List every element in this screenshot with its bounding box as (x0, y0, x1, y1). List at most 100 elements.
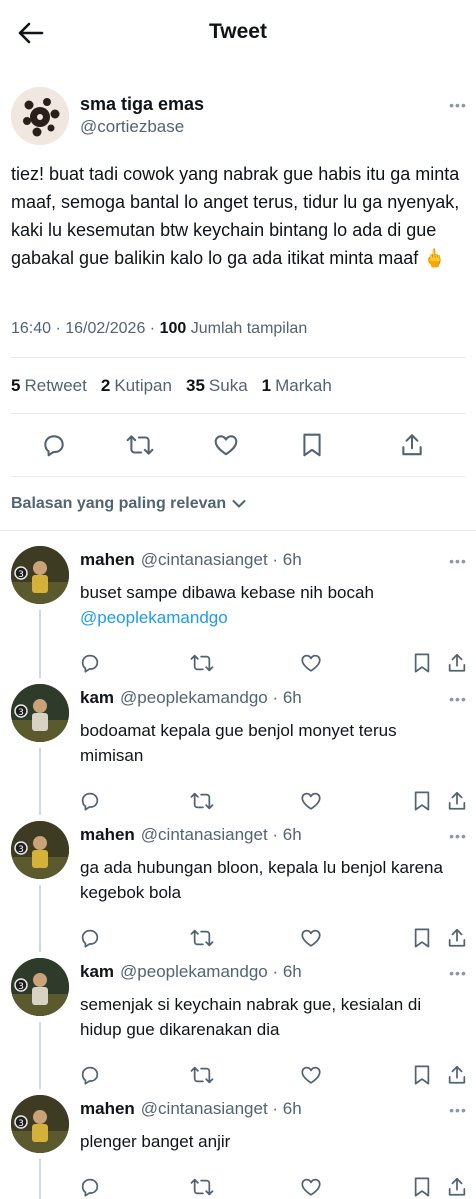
author-name[interactable]: sma tiga emas (80, 94, 204, 115)
avatar-image: 3 (11, 821, 69, 879)
mention-link[interactable]: @peoplekamandgo (80, 608, 228, 627)
stat-bookmarks[interactable]: 1 Markah (262, 376, 332, 396)
author-handle[interactable]: @cortiezbase (80, 117, 184, 137)
avatar[interactable]: 3 (11, 1095, 69, 1153)
reply-header: mahen @cintanasianget · 6h (80, 1099, 302, 1119)
more-horizontal-icon: ••• (449, 553, 467, 569)
sort-label: Balasan yang paling relevan (11, 495, 227, 512)
retweet-button[interactable] (189, 650, 215, 676)
reply-button[interactable] (77, 1062, 103, 1088)
retweet-button[interactable] (189, 925, 215, 951)
stat-likes[interactable]: 35 Suka (186, 376, 248, 396)
stat-retweets[interactable]: 5 Retweet (11, 376, 87, 396)
avatar[interactable]: 3 (11, 684, 69, 742)
reply-text: buset sampe dibawa kebase nih bocah @peo… (80, 580, 460, 630)
reply-author-name[interactable]: mahen (80, 825, 135, 844)
avatar[interactable]: 3 (11, 546, 69, 604)
retweet-button[interactable] (189, 788, 215, 814)
reply-icon (81, 1178, 99, 1197)
reply-icon (44, 435, 64, 457)
share-button[interactable] (392, 425, 432, 465)
reply-button[interactable] (77, 788, 103, 814)
avatar[interactable]: 3 (11, 958, 69, 1016)
reply-button[interactable] (77, 1174, 103, 1199)
share-button[interactable] (444, 1174, 470, 1199)
tweet-time: 16:40 · 16/02/2026 · (11, 320, 160, 337)
bookmark-icon (303, 433, 321, 457)
reply-author-name[interactable]: kam (80, 688, 114, 707)
like-button[interactable] (298, 788, 324, 814)
reply-more-button[interactable]: ••• (446, 691, 470, 707)
heart-icon (214, 435, 238, 456)
logo-icon (11, 87, 69, 145)
svg-text:3: 3 (18, 1119, 24, 1129)
like-button[interactable] (298, 1062, 324, 1088)
reply-more-button[interactable]: ••• (446, 965, 470, 981)
reply-text: semenjak si keychain nabrak gue, kesiala… (80, 992, 460, 1042)
reply-button[interactable] (77, 925, 103, 951)
tweet-text: tiez! buat tadi cowok yang nabrak gue ha… (11, 164, 460, 268)
bookmark-button[interactable] (409, 650, 435, 676)
reply-more-button[interactable]: ••• (446, 553, 470, 569)
reply-button[interactable] (34, 425, 74, 465)
reply-body: plenger banget anjir (80, 1132, 231, 1151)
retweet-button[interactable] (189, 1062, 215, 1088)
share-button[interactable] (444, 788, 470, 814)
bookmark-button[interactable] (409, 1062, 435, 1088)
bookmark-button[interactable] (292, 425, 332, 465)
more-horizontal-icon: ••• (449, 691, 467, 707)
reply-actions (0, 788, 476, 814)
bookmark-button[interactable] (409, 788, 435, 814)
reply-author-handle[interactable]: @peoplekamandgo · 6h (120, 688, 302, 707)
reply-header: mahen @cintanasianget · 6h (80, 550, 302, 570)
share-button[interactable] (444, 650, 470, 676)
stat-quotes[interactable]: 2 Kutipan (101, 376, 172, 396)
reply-author-handle[interactable]: @peoplekamandgo · 6h (120, 962, 302, 981)
like-button[interactable] (298, 650, 324, 676)
share-icon (448, 1177, 466, 1196)
reply-actions (0, 650, 476, 676)
top-bar: Tweet (0, 0, 476, 66)
avatar[interactable]: 3 (11, 821, 69, 879)
share-icon (448, 791, 466, 810)
tweet-actions (0, 425, 476, 465)
reply-actions (0, 1174, 476, 1199)
share-button[interactable] (444, 1062, 470, 1088)
heart-icon (301, 1178, 321, 1196)
divider (11, 476, 466, 477)
svg-text:3: 3 (18, 708, 24, 718)
share-icon (448, 928, 466, 947)
reply-author-name[interactable]: kam (80, 962, 114, 981)
reply-actions (0, 1062, 476, 1088)
tweet-more-button[interactable]: ••• (446, 97, 470, 113)
reply-author-handle[interactable]: @cintanasianget · 6h (141, 1099, 302, 1118)
more-horizontal-icon: ••• (449, 97, 467, 113)
views-count: 100 (159, 320, 187, 337)
bookmark-button[interactable] (409, 925, 435, 951)
divider (11, 357, 466, 358)
like-button[interactable] (298, 925, 324, 951)
avatar-image: 3 (11, 684, 69, 742)
reply-author-name[interactable]: mahen (80, 1099, 135, 1118)
retweet-button[interactable] (189, 1174, 215, 1199)
reply-button[interactable] (77, 650, 103, 676)
share-icon (448, 1065, 466, 1084)
reply-more-button[interactable]: ••• (446, 1102, 470, 1118)
reply-header: kam @peoplekamandgo · 6h (80, 688, 302, 708)
reply-author-handle[interactable]: @cintanasianget · 6h (141, 550, 302, 569)
like-button[interactable] (298, 1174, 324, 1199)
reply-text: plenger banget anjir (80, 1129, 460, 1154)
share-button[interactable] (444, 925, 470, 951)
reply-text: bodoamat kepala gue benjol monyet terus … (80, 718, 460, 768)
reply-author-name[interactable]: mahen (80, 550, 135, 569)
bookmark-button[interactable] (409, 1174, 435, 1199)
bookmark-icon (414, 791, 430, 811)
reply-header: kam @peoplekamandgo · 6h (80, 962, 302, 982)
author-avatar[interactable] (11, 87, 69, 145)
more-horizontal-icon: ••• (449, 965, 467, 981)
retweet-button[interactable] (120, 425, 160, 465)
like-button[interactable] (206, 425, 246, 465)
reply-more-button[interactable]: ••• (446, 828, 470, 844)
reply-author-handle[interactable]: @cintanasianget · 6h (141, 825, 302, 844)
reply-sort-dropdown[interactable]: Balasan yang paling relevan (11, 495, 246, 513)
